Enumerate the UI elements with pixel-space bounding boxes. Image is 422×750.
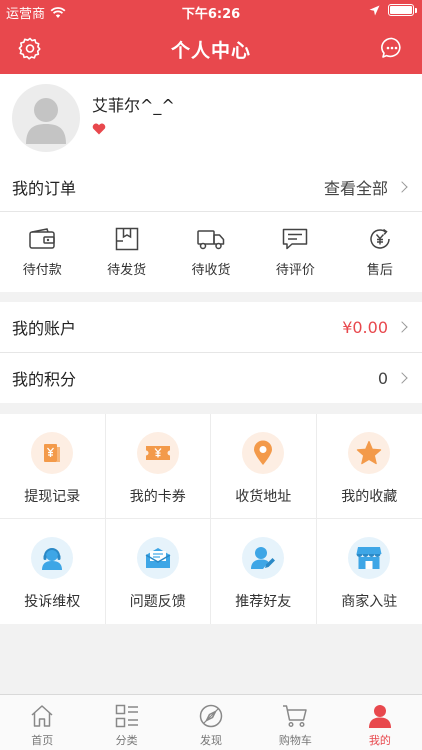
avatar[interactable] — [12, 84, 80, 152]
grid-label: 我的收藏 — [341, 489, 398, 505]
order-label: 待发货 — [107, 263, 147, 278]
tab-label: 购物车 — [278, 734, 312, 747]
store-icon — [356, 547, 382, 569]
order-pending-receipt[interactable]: 待收货 — [169, 212, 253, 292]
grid-withdraw-records[interactable]: 提现记录 — [0, 414, 106, 519]
heart-badge — [92, 120, 106, 139]
my-points-label: 我的积分 — [12, 370, 77, 389]
order-after-sales[interactable]: 售后 — [338, 212, 422, 292]
grid-feedback[interactable]: 问题反馈 — [106, 519, 211, 624]
grid-icon-bg — [348, 537, 391, 579]
battery-icon — [388, 4, 417, 16]
profile-icon — [368, 705, 391, 728]
grid-label: 收货地址 — [235, 489, 292, 505]
my-points-row[interactable]: 我的积分 0 — [0, 353, 422, 403]
grid-merchant-join[interactable]: 商家入驻 — [317, 519, 422, 624]
withdraw-icon — [44, 444, 61, 462]
profile-card[interactable]: 艾菲尔^_^ — [0, 74, 422, 162]
tab-cart[interactable]: 购物车 — [253, 695, 337, 750]
grid-label: 商家入驻 — [341, 594, 398, 610]
page-title: 个人中心 — [170, 40, 251, 62]
grid-shipping-address[interactable]: 收货地址 — [211, 414, 317, 519]
heart-icon — [92, 123, 106, 135]
status-bar: 运营商 下午6:26 — [0, 0, 422, 22]
nav-bar: 个人中心 — [0, 22, 422, 74]
grid-icon-bg — [31, 432, 74, 474]
tab-home[interactable]: 首页 — [0, 695, 84, 750]
coupon-icon — [145, 446, 170, 460]
comment-icon — [283, 228, 308, 250]
order-label: 待付款 — [22, 263, 62, 278]
grid-label: 提现记录 — [24, 489, 81, 505]
order-status-bar: 待付款 待发货 待收货 待评价 售后 — [0, 212, 422, 292]
order-label: 待评价 — [275, 263, 315, 278]
my-orders-row[interactable]: 我的订单 查看全部 — [0, 162, 422, 212]
message-icon — [381, 37, 401, 58]
grid-icon-bg — [348, 432, 391, 474]
status-time: 下午6:26 — [181, 7, 241, 22]
order-pending-review[interactable]: 待评价 — [253, 212, 337, 292]
location-icon — [254, 440, 273, 465]
recommend-icon — [251, 547, 276, 569]
tab-label: 首页 — [31, 734, 54, 747]
chevron-right-icon — [396, 372, 408, 384]
grid-complaints[interactable]: 投诉维权 — [0, 519, 106, 624]
home-icon — [31, 705, 53, 727]
grid-icon-bg — [136, 432, 179, 474]
order-pending-payment[interactable]: 待付款 — [0, 212, 84, 292]
grid-refer-friends[interactable]: 推荐好友 — [211, 519, 317, 624]
tab-category[interactable]: 分类 — [84, 695, 168, 750]
wallet-icon — [29, 228, 55, 249]
star-icon — [357, 440, 382, 465]
tab-discover[interactable]: 发现 — [169, 695, 253, 750]
tab-mine[interactable]: 我的 — [338, 695, 422, 750]
package-icon — [115, 227, 138, 251]
my-account-label: 我的账户 — [12, 319, 77, 338]
my-orders-label: 我的订单 — [12, 179, 77, 198]
grid-icon-bg — [136, 537, 179, 579]
grid-label: 推荐好友 — [235, 594, 292, 610]
service-grid: 提现记录 我的卡券 收货地址 我的收藏 投诉维权 问题反馈 推荐好友 商家入驻 — [0, 414, 422, 624]
status-right — [369, 4, 417, 16]
discover-icon — [199, 704, 223, 728]
tab-label: 我的 — [368, 734, 391, 747]
tab-label: 发现 — [200, 734, 223, 747]
grid-icon-bg — [31, 537, 74, 579]
points-value: 0 — [377, 368, 388, 388]
grid-label: 投诉维权 — [24, 594, 81, 610]
mail-icon — [145, 548, 171, 568]
grid-label: 我的卡券 — [129, 489, 186, 505]
order-label: 售后 — [366, 263, 393, 278]
view-all-link[interactable]: 查看全部 — [324, 175, 388, 199]
cart-icon — [283, 705, 308, 728]
grid-my-coupons[interactable]: 我的卡券 — [105, 414, 211, 519]
tab-bar: 首页 分类 发现 购物车 我的 — [0, 694, 422, 750]
chevron-right-icon — [396, 181, 408, 193]
grid-my-favorites[interactable]: 我的收藏 — [316, 414, 422, 519]
category-icon — [115, 704, 138, 728]
avatar-placeholder-icon — [26, 98, 66, 144]
my-account-row[interactable]: 我的账户 ¥0.00 — [0, 302, 422, 352]
location-arrow-icon — [369, 5, 380, 15]
refund-icon — [370, 228, 390, 249]
order-pending-shipment[interactable]: 待发货 — [84, 212, 168, 292]
grid-icon-bg — [242, 537, 285, 579]
tab-label: 分类 — [115, 734, 138, 747]
grid-label: 问题反馈 — [129, 594, 186, 610]
username: 艾菲尔^_^ — [92, 96, 175, 115]
message-button[interactable] — [378, 34, 406, 62]
grid-icon-bg — [242, 432, 285, 474]
chevron-right-icon — [396, 321, 408, 333]
truck-icon — [197, 230, 225, 250]
support-icon — [42, 548, 63, 570]
account-balance: ¥0.00 — [342, 317, 388, 337]
order-label: 待收货 — [191, 263, 231, 278]
